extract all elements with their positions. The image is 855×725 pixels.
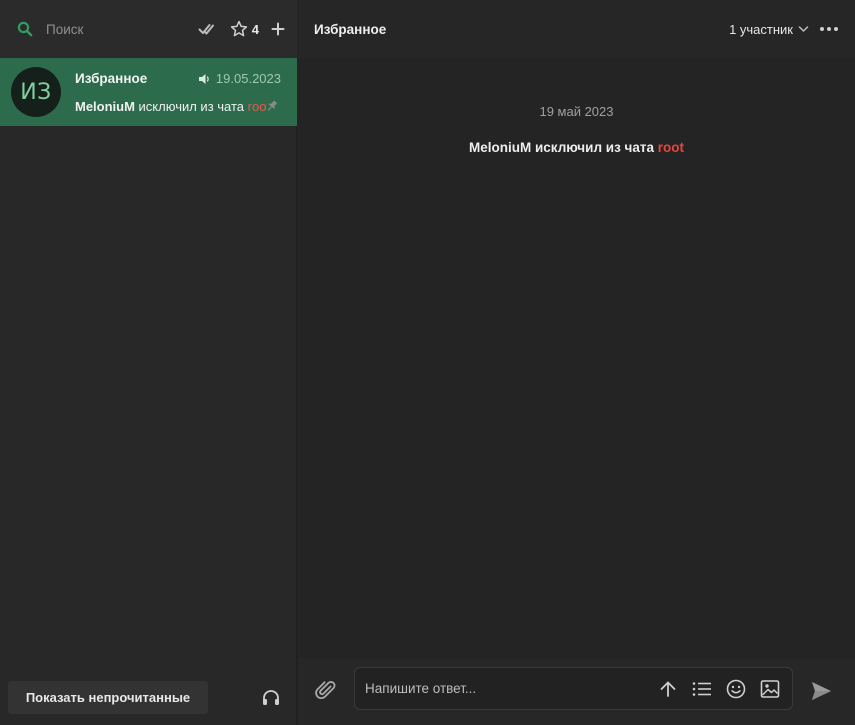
- system-message-target: root: [657, 140, 684, 155]
- emoji-icon[interactable]: [724, 677, 748, 701]
- star-icon: [230, 20, 248, 38]
- sidebar-header: 4: [0, 0, 297, 58]
- pin-icon: [265, 99, 279, 113]
- chat-header: Избранное 1 участник: [298, 0, 855, 58]
- participants-dropdown[interactable]: 1 участник: [729, 22, 809, 37]
- system-message: MeloniuM исключил из чата root: [298, 140, 855, 155]
- plus-icon: [271, 22, 285, 36]
- mark-all-read-button[interactable]: [198, 17, 216, 41]
- avatar: ИЗ: [11, 67, 61, 117]
- system-message-actor: MeloniuM: [468, 140, 532, 155]
- show-unread-button[interactable]: Показать непрочитанные: [8, 681, 208, 714]
- chat-title: Избранное: [75, 71, 148, 86]
- send-icon[interactable]: [808, 678, 834, 704]
- date-divider: 19 май 2023: [539, 104, 614, 119]
- participants-label: 1 участник: [729, 21, 793, 37]
- speaker-icon: [198, 73, 211, 85]
- chat-header-title: Избранное: [314, 21, 387, 37]
- search-input[interactable]: [46, 21, 166, 37]
- double-check-icon: [198, 21, 216, 37]
- chat-date: 19.05.2023: [215, 71, 281, 86]
- chat-panel: Избранное 1 участник 19 май 2023 Meloniu…: [298, 0, 855, 725]
- favorites-count: 4: [251, 21, 259, 37]
- chat-list-sidebar: 4 ИЗ Избранное 19.05.2023 MeloniuM исклю…: [0, 0, 297, 725]
- chevron-down-icon: [798, 25, 809, 33]
- arrow-up-icon[interactable]: [656, 677, 680, 701]
- message-input-box: [354, 667, 793, 710]
- list-icon[interactable]: [690, 677, 714, 701]
- more-options-icon[interactable]: [819, 26, 839, 32]
- system-message-text: исключил из чата: [531, 140, 658, 155]
- image-icon[interactable]: [758, 677, 782, 701]
- message-input[interactable]: [365, 681, 615, 696]
- chat-preview: MeloniuM исключил из чата root: [75, 99, 267, 114]
- favorites-button[interactable]: 4: [230, 17, 259, 41]
- chat-list-item[interactable]: ИЗ Избранное 19.05.2023 MeloniuM исключи…: [0, 58, 297, 126]
- preview-actor: MeloniuM: [75, 99, 135, 114]
- new-chat-button[interactable]: [271, 17, 285, 41]
- headphones-icon[interactable]: [259, 686, 283, 710]
- paperclip-icon[interactable]: [314, 678, 338, 702]
- preview-text: исключил из чата: [134, 99, 248, 114]
- search-icon[interactable]: [16, 20, 34, 38]
